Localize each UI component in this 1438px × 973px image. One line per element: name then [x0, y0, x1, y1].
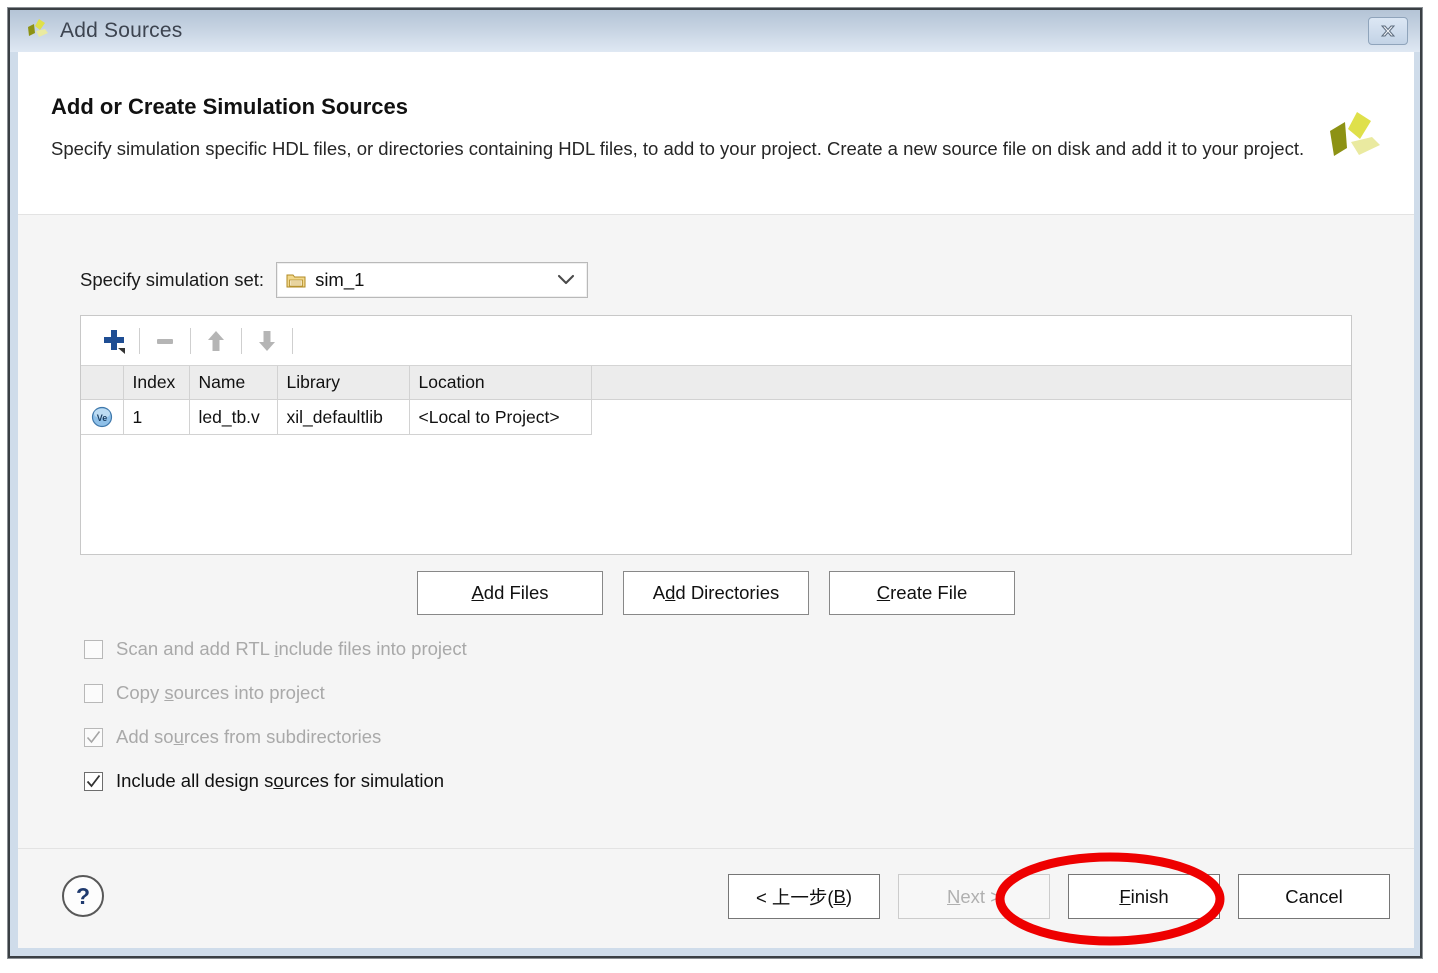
footer-area: ? < 上一步(B) Next > Finish Cancel — [18, 849, 1414, 947]
svg-text:Ve: Ve — [96, 413, 107, 423]
arrow-up-icon — [208, 330, 224, 351]
create-file-button[interactable]: Create File — [829, 571, 1015, 615]
row-location: <Local to Project> — [409, 399, 592, 435]
file-action-buttons: Add Files Add Directories Create File — [18, 571, 1414, 615]
checkbox-include-all-design-sources[interactable] — [84, 771, 103, 791]
checkbox-copy-sources[interactable] — [84, 683, 103, 703]
checkbox-row-copy-sources[interactable]: Copy sources into project — [84, 671, 467, 715]
sources-table: Index Name Library Location Ve 1 led_tb.… — [81, 366, 1351, 435]
add-directories-pre: A — [652, 582, 666, 603]
create-file-mnemonic: C — [876, 582, 891, 603]
checkbox-row-scan-rtl-include[interactable]: Scan and add RTL include files into proj… — [84, 627, 467, 671]
finish-button[interactable]: Finish — [1068, 874, 1220, 919]
checkbox-add-subdirectories[interactable] — [84, 727, 103, 747]
close-icon — [1380, 25, 1396, 37]
add-directories-post: d Directories — [675, 582, 780, 603]
toolbar-separator — [241, 327, 242, 354]
column-header-blank — [591, 366, 1351, 400]
add-sources-dialog: Add Sources Add or Create Simulation Sou… — [8, 8, 1422, 958]
checkbox-label-scan-rtl-include: Scan and add RTL include files into proj… — [116, 638, 467, 659]
add-directories-mnemonic: d — [665, 582, 676, 603]
cancel-button[interactable]: Cancel — [1238, 874, 1390, 919]
close-button[interactable] — [1368, 17, 1408, 45]
checkbox-label-include-all-design-sources: Include all design sources for simulatio… — [116, 770, 445, 791]
checkbox-label-add-subdirectories: Add sources from subdirectories — [116, 726, 382, 747]
column-header-library[interactable]: Library — [277, 366, 410, 400]
next-button: Next > — [898, 874, 1050, 919]
minus-icon — [157, 338, 173, 344]
checkbox-label-copy-sources: Copy sources into project — [116, 682, 325, 703]
chevron-down-icon — [558, 274, 575, 285]
row-name: led_tb.v — [189, 399, 278, 435]
checkbox-row-include-all-design-sources[interactable]: Include all design sources for simulatio… — [84, 759, 467, 803]
simulation-set-label: Specify simulation set: — [80, 269, 265, 290]
sources-list-panel: Index Name Library Location Ve 1 led_tb.… — [80, 315, 1352, 555]
page-description: Specify simulation specific HDL files, o… — [51, 138, 1305, 159]
column-header-name[interactable]: Name — [189, 366, 278, 400]
row-library: xil_defaultlib — [277, 399, 410, 435]
simulation-set-dropdown[interactable]: sim_1 — [276, 262, 589, 298]
table-row[interactable]: Ve 1 led_tb.v xil_defaultlib <Local to P… — [81, 399, 1351, 435]
navigation-buttons: < 上一步(B) Next > Finish Cancel — [728, 874, 1390, 919]
dialog-content: Add or Create Simulation Sources Specify… — [18, 52, 1414, 948]
toolbar-separator — [139, 327, 140, 354]
title-bar: Add Sources — [10, 10, 1420, 52]
row-blank — [591, 400, 1351, 435]
sources-toolbar — [81, 316, 1351, 366]
help-button[interactable]: ? — [62, 875, 104, 917]
body-area: Specify simulation set: sim_1 Index Name… — [18, 215, 1414, 849]
xilinx-logo-icon — [28, 19, 48, 37]
back-button[interactable]: < 上一步(B) — [728, 874, 880, 919]
add-files-post: dd Files — [483, 582, 549, 603]
arrow-down-icon — [259, 330, 275, 351]
add-files-mnemonic: A — [471, 582, 484, 603]
toolbar-separator — [292, 327, 293, 354]
column-header-location[interactable]: Location — [409, 366, 592, 400]
toolbar-separator — [190, 327, 191, 354]
move-down-button[interactable] — [248, 324, 286, 358]
remove-source-button[interactable] — [146, 324, 184, 358]
xilinx-logo-icon — [1330, 112, 1380, 156]
row-index: 1 — [123, 399, 190, 435]
simulation-set-value: sim_1 — [315, 269, 365, 290]
add-files-button[interactable]: Add Files — [417, 571, 603, 615]
check-icon — [86, 730, 101, 743]
window-title: Add Sources — [60, 19, 183, 42]
table-header-row: Index Name Library Location — [81, 366, 1351, 400]
column-header-index[interactable]: Index — [123, 366, 190, 400]
options-checkbox-group: Scan and add RTL include files into proj… — [84, 627, 467, 803]
column-header-icon[interactable] — [81, 366, 124, 400]
checkbox-row-add-subdirectories[interactable]: Add sources from subdirectories — [84, 715, 467, 759]
add-source-button[interactable] — [95, 324, 133, 358]
check-icon — [86, 774, 101, 787]
checkbox-scan-rtl-include[interactable] — [84, 639, 103, 659]
page-title: Add or Create Simulation Sources — [51, 94, 408, 119]
header-band: Add or Create Simulation Sources Specify… — [18, 52, 1414, 215]
move-up-button[interactable] — [197, 324, 235, 358]
add-directories-button[interactable]: Add Directories — [623, 571, 809, 615]
create-file-post: reate File — [890, 582, 968, 603]
row-file-type-icon-cell: Ve — [81, 399, 124, 435]
folder-icon — [286, 274, 306, 287]
verilog-file-icon: Ve — [91, 407, 112, 428]
plus-icon — [104, 329, 125, 354]
simulation-set-row: Specify simulation set: sim_1 — [80, 262, 589, 298]
